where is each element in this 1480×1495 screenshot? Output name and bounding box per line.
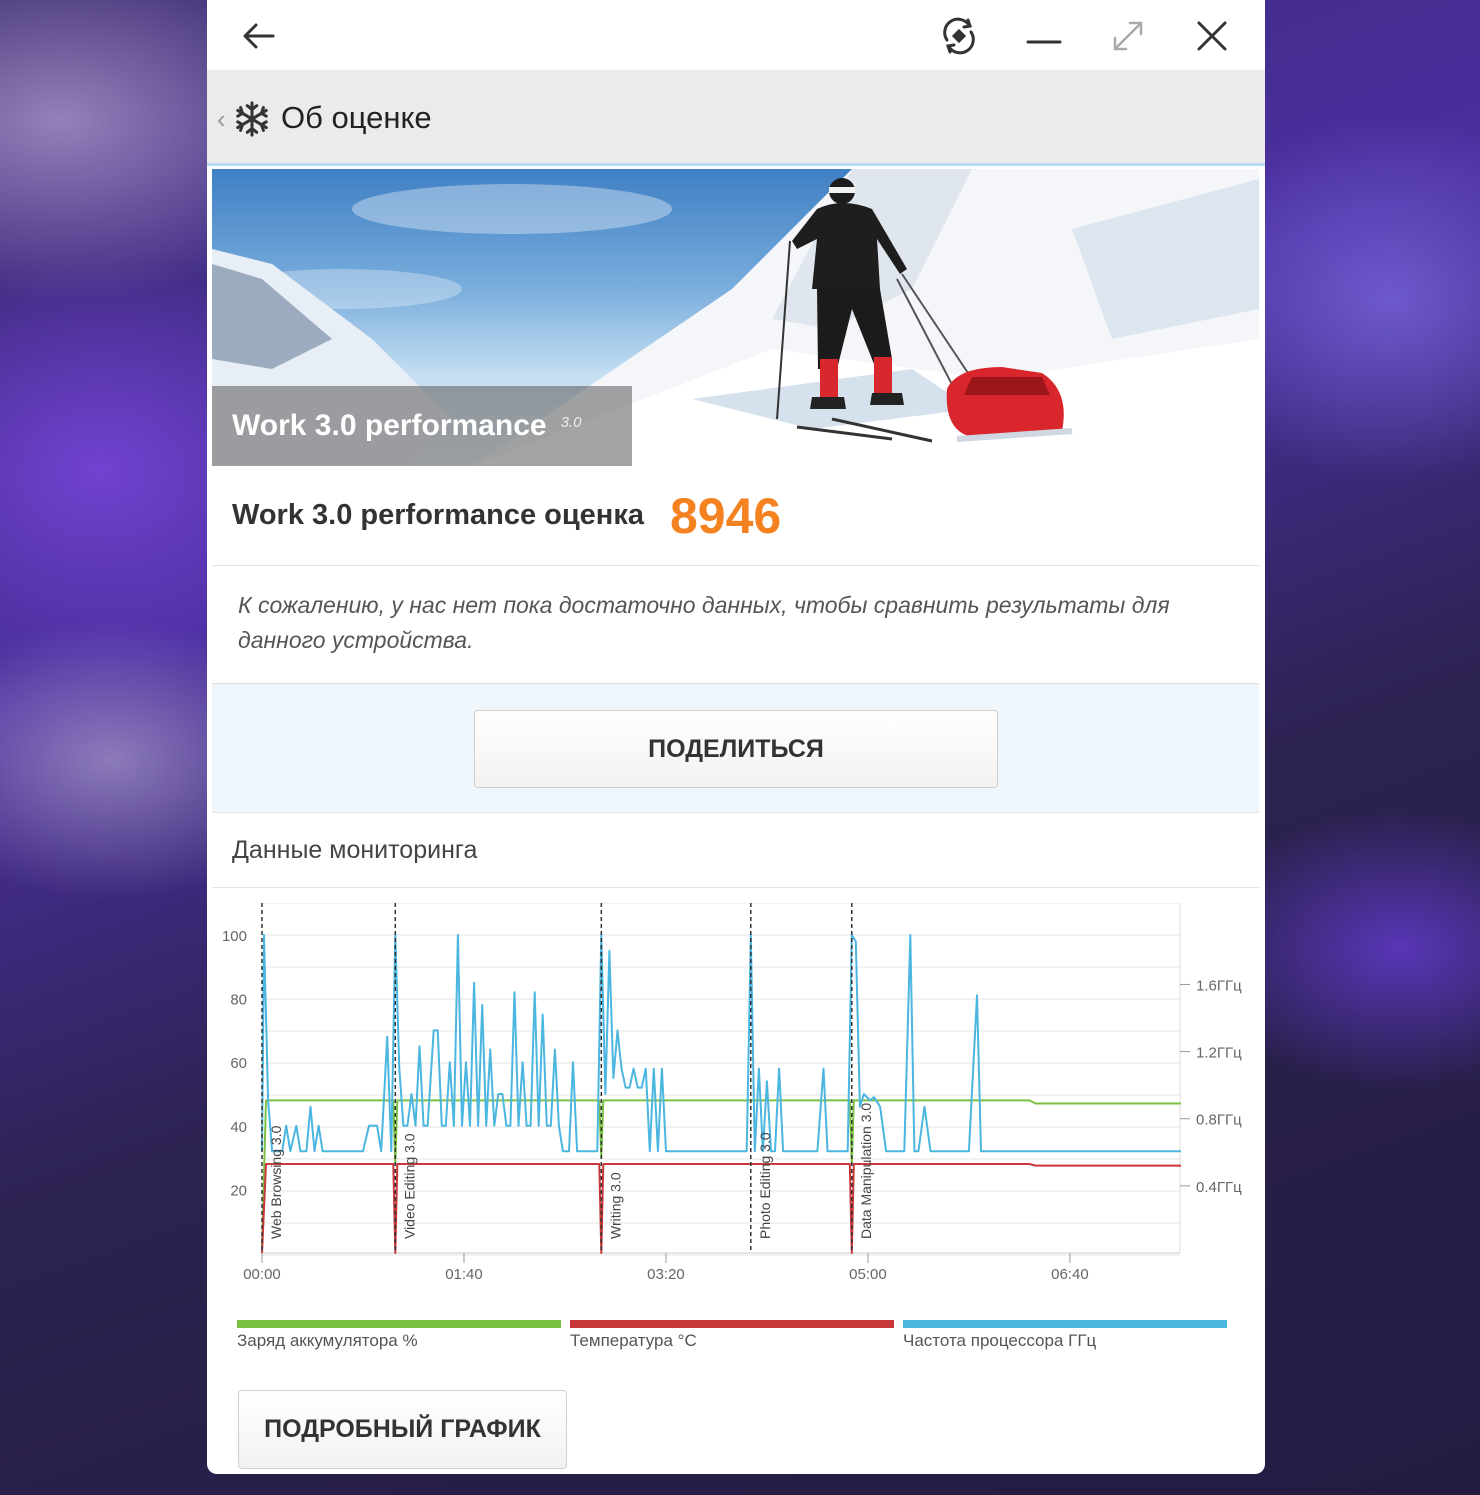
score-row: Work 3.0 performance оценка 8946 [212,466,1259,566]
series-line-1 [261,1163,1181,1254]
x-tick-label: 03:20 [647,1266,685,1283]
legend-temperature-swatch [570,1320,894,1328]
app-window: ‹ Об оценке Work 3.0 performance 3.0 Wor… [207,0,1265,1474]
legend-battery: Заряд аккумулятора % [237,1320,561,1360]
x-tick-label: 00:00 [243,1266,281,1283]
chevron-left-icon[interactable]: ‹ [217,104,226,135]
hero-version: 3.0 [560,413,582,431]
detailed-chart-button[interactable]: ПОДРОБНЫЙ ГРАФИК [238,1390,567,1469]
y-tick-label: 40 [230,1119,247,1136]
test-marker-label: Photo Editing 3.0 [757,1132,773,1239]
legend-cpu-label: Частота процессора ГГц [903,1331,1097,1350]
legend-cpu: Частота процессора ГГц [903,1320,1227,1360]
right-tick-label: 0.8ГГц [1196,1112,1242,1129]
x-tick-label: 05:00 [849,1266,887,1283]
monitoring-title: Данные мониторинга [212,813,1259,888]
share-button[interactable]: ПОДЕЛИТЬСЯ [474,710,998,788]
share-area: ПОДЕЛИТЬСЯ [212,684,1259,812]
test-marker-label: Writing 3.0 [607,1172,623,1239]
score-label: Work 3.0 performance оценка [232,499,644,531]
window-titlebar [207,0,1265,70]
y-tick-label: 60 [230,1055,247,1072]
legend-cpu-swatch [903,1320,1227,1328]
test-marker-label: Web Browsing 3.0 [268,1125,284,1239]
minimize-icon[interactable] [1022,14,1066,58]
y-tick-label: 20 [230,1182,247,1199]
rotate-icon[interactable] [937,14,981,58]
test-marker-label: Video Editing 3.0 [401,1133,417,1239]
legend-temperature-label: Температура °C [570,1331,697,1350]
compare-note-text: К сожалению, у нас нет пока достаточно д… [238,592,1170,653]
y-tick-label: 100 [222,928,247,945]
right-tick-label: 1.6ГГц [1196,977,1242,994]
maximize-icon[interactable] [1106,14,1150,58]
compare-note: К сожалению, у нас нет пока достаточно д… [212,566,1259,684]
series-line-0 [261,1099,1181,1247]
legend-battery-label: Заряд аккумулятора % [237,1331,418,1350]
legend-temperature: Температура °C [570,1320,894,1360]
right-tick-label: 1.2ГГц [1196,1045,1242,1062]
test-marker-label: Data Manipulation 3.0 [858,1103,874,1239]
y-tick-label: 80 [230,992,247,1009]
right-tick-label: 0.4ГГц [1196,1179,1242,1196]
hero-title: Work 3.0 performance [232,409,547,442]
monitoring-panel: Данные мониторинга 100 80 60 40 20 1.6ГГц 1.2Г… [212,812,1259,1472]
back-arrow-icon[interactable] [237,14,281,58]
chart-legend: Заряд аккумулятора % Температура °C Част… [212,1320,1259,1360]
score-value: 8946 [669,487,782,544]
page-title: Об оценке [281,100,432,135]
close-icon[interactable] [1190,14,1234,58]
hero-label: Work 3.0 performance 3.0 [212,386,632,466]
hero-banner: Work 3.0 performance 3.0 [212,169,1259,466]
monitoring-chart: 100 80 60 40 20 1.6ГГц 1.2ГГц 0.8ГГц 0.4ГГц 00:00… [222,903,1242,1283]
x-tick-label: 06:40 [1051,1266,1089,1283]
x-tick-label: 01:40 [445,1266,483,1283]
legend-battery-swatch [237,1320,561,1328]
snowflake-icon [236,101,268,137]
app-bar: ‹ Об оценке [207,70,1265,166]
